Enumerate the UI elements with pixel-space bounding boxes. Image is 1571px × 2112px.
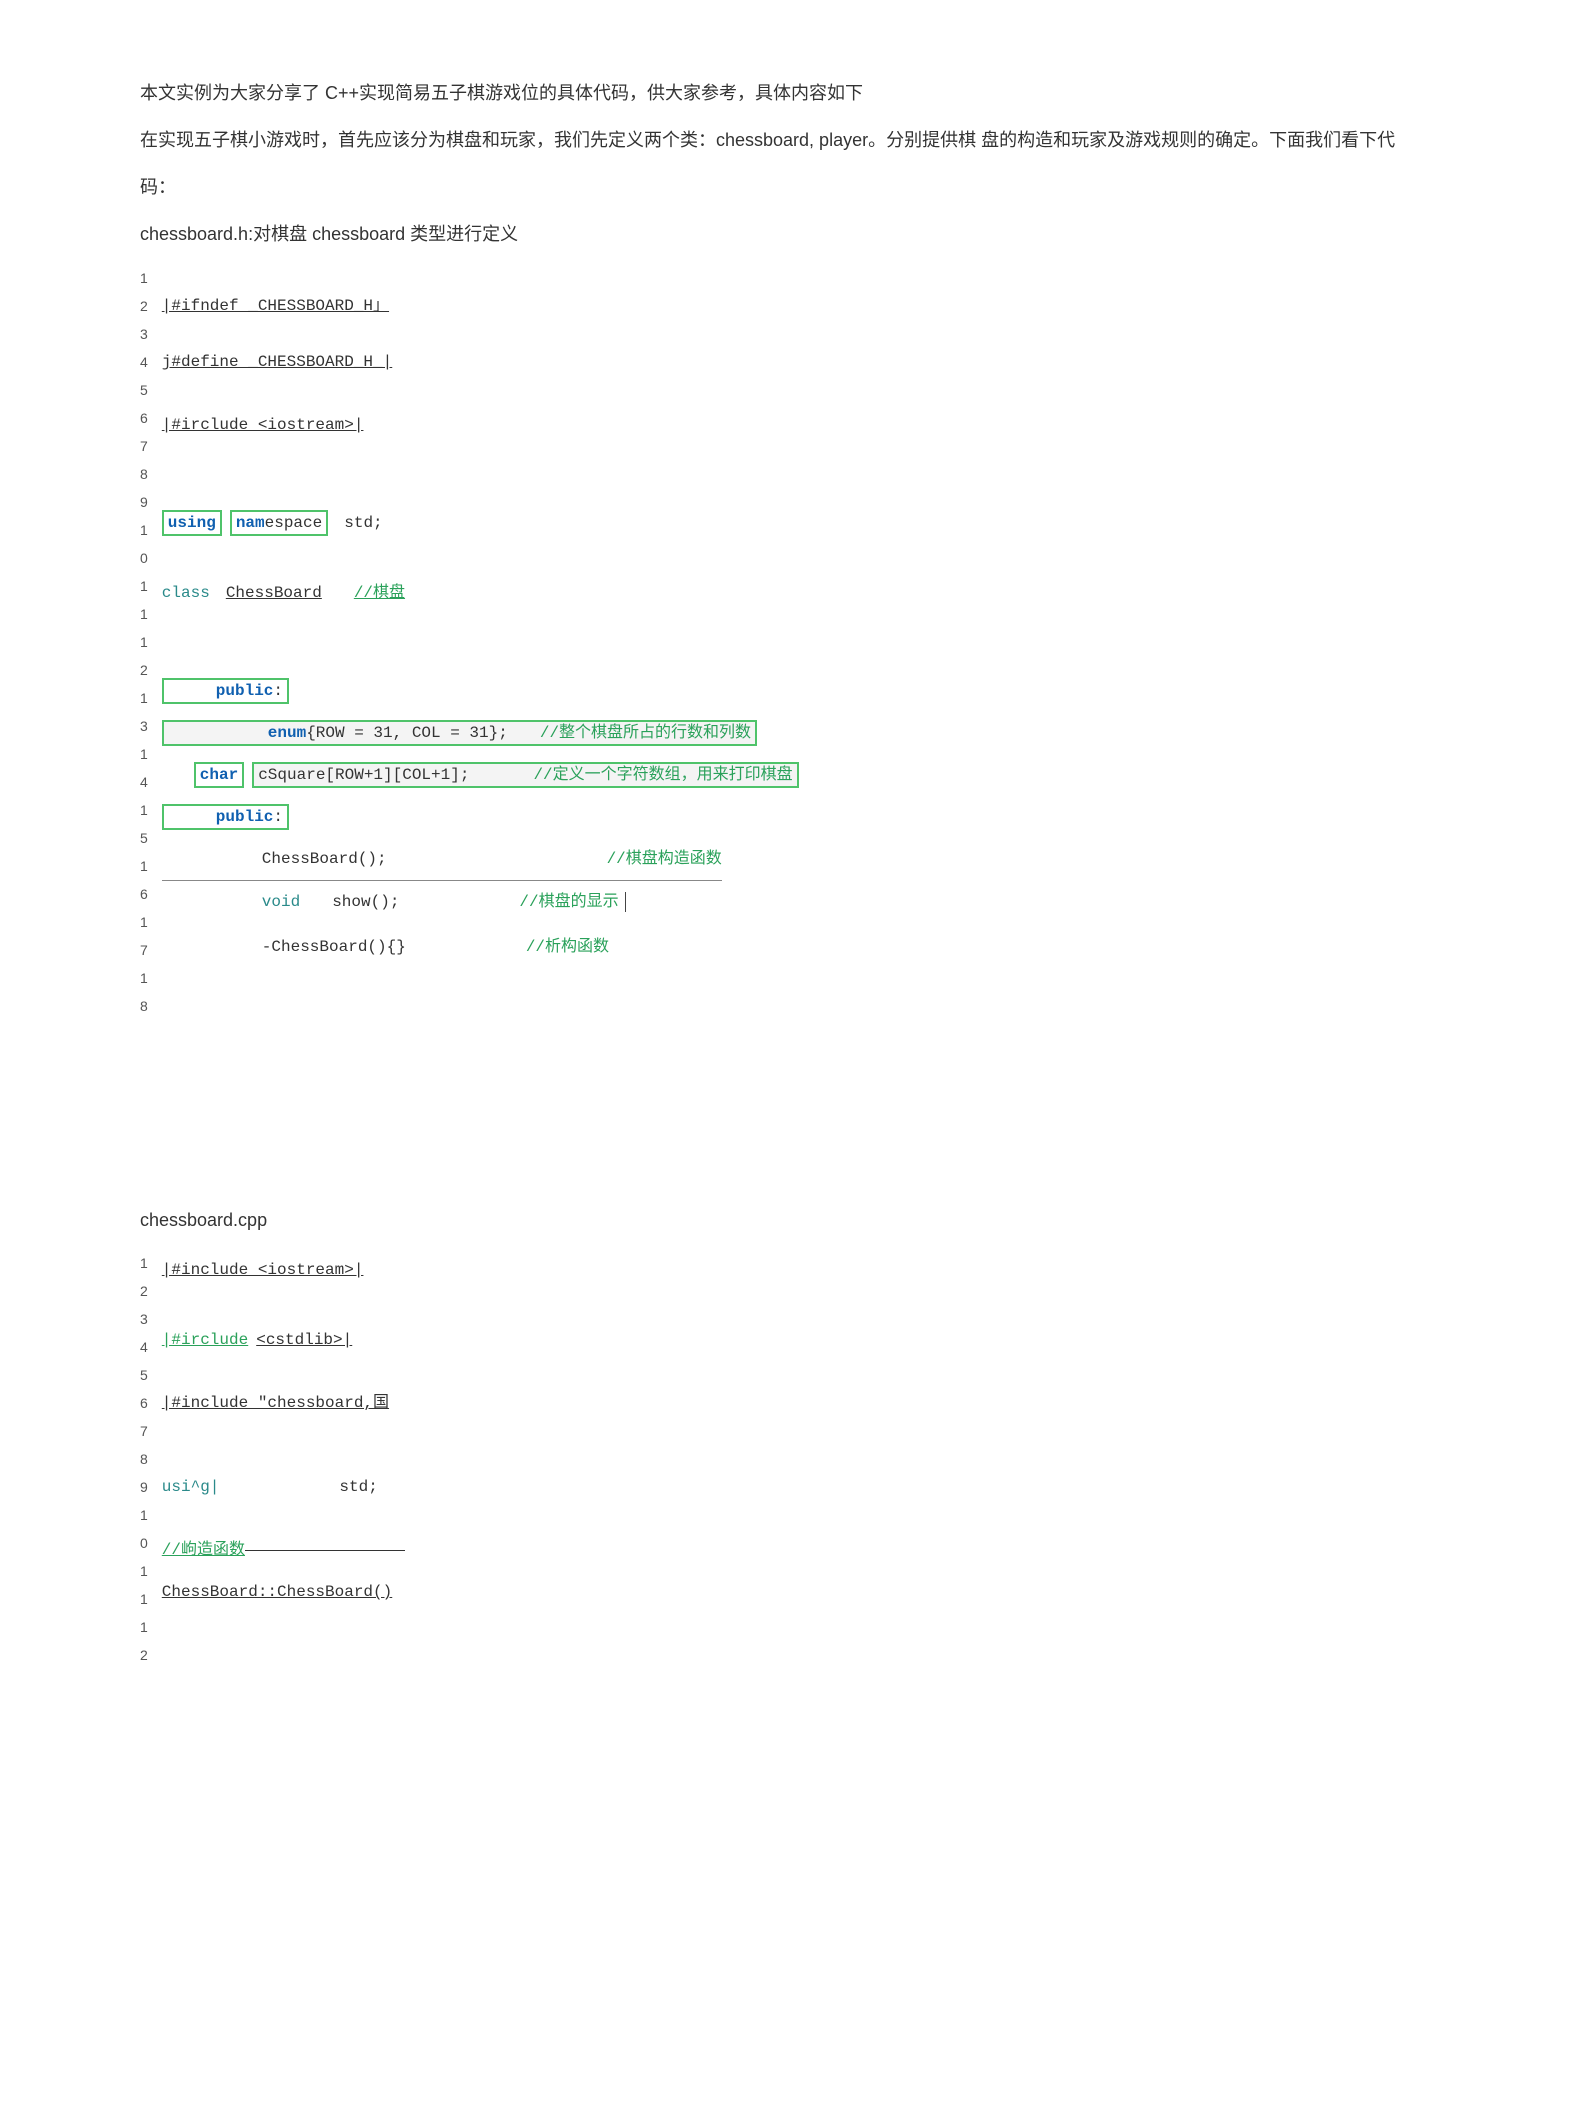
code-text: : — [273, 680, 283, 702]
keyword: enum — [268, 722, 306, 744]
keyword: using — [168, 514, 216, 532]
section-2-title: chessboard.cpp — [140, 1210, 1431, 1231]
code-text: -ChessBoard(){} — [262, 933, 406, 961]
code-text: : — [273, 806, 283, 828]
code-text: |#irclude — [162, 1326, 248, 1354]
code-text: usi^g| — [162, 1473, 220, 1501]
comment: //析构函数 — [526, 933, 609, 961]
keyword-prefix: nam — [236, 514, 265, 532]
code-text: |#ifndef _CHESSBOARD_H」 — [162, 292, 389, 320]
code-text: ChessBoard — [226, 579, 322, 607]
intro-text: 本文实例为大家分享了 C++实现简易五子棋游戏位的具体代码，供大家参考，具体内容… — [140, 70, 1431, 210]
section-1-title-prefix: chessboard.h: — [140, 224, 253, 244]
code-text: ChessBoard(); — [262, 845, 387, 873]
code-text: std; — [344, 509, 382, 537]
code-text: |#include "chessboard,国 — [162, 1389, 389, 1417]
code-lines-2: |#include <iostream>| |#irclude <cstdlib>… — [162, 1249, 1431, 1669]
code-text: j#define _CHESSBOARD_H_| — [162, 348, 392, 376]
comment: //棋盘的显示 — [519, 888, 618, 916]
code-text: {ROW = 31, COL = 31}; — [306, 722, 508, 744]
document-page: 本文实例为大家分享了 C++实现简易五子棋游戏位的具体代码，供大家参考，具体内容… — [0, 0, 1571, 1809]
comment: //定义一个字符数组，用来打印棋盘 — [533, 764, 792, 786]
intro-para-1: 本文实例为大家分享了 C++实现简易五子棋游戏位的具体代码，供大家参考，具体内容… — [140, 70, 1431, 117]
code-text: std; — [339, 1473, 377, 1501]
code-text: <cstdlib>| — [256, 1326, 352, 1354]
gutter-1: 123456789101112131415161718 — [140, 264, 162, 1020]
code-lines-1: |#ifndef _CHESSBOARD_H」 j#define _CHESSB… — [162, 264, 1431, 1020]
code-text: cSquare[ROW+1][COL+1]; — [258, 764, 469, 786]
gutter-2: 123456789101112 — [140, 1249, 162, 1669]
code-text: |#include <iostream>| — [162, 1256, 364, 1284]
code-text: ChessBoard::ChessBoard() — [162, 1578, 392, 1606]
keyword: void — [262, 888, 300, 916]
keyword: public — [216, 680, 274, 702]
comment: //棋盘构造函数 — [607, 845, 722, 873]
intro-para-2: 在实现五子棋小游戏时，首先应该分为棋盘和玩家，我们先定义两个类：chessboa… — [140, 117, 1431, 211]
section-1-title: chessboard.h:对棋盘 chessboard 类型进行定义 — [140, 220, 1431, 246]
code-block-2: 123456789101112 |#include <iostream>| |#… — [140, 1249, 1431, 1669]
section-1-title-rest: 对棋盘 chessboard 类型进行定义 — [253, 224, 518, 244]
code-text: |#irclude <iostream>| — [162, 411, 364, 439]
comment: //整个棋盘所占的行数和列数 — [540, 722, 751, 744]
keyword: class — [162, 579, 210, 607]
comment: //棋盘 — [354, 579, 405, 607]
code-text: show(); — [332, 888, 399, 916]
keyword: public — [216, 806, 274, 828]
keyword: char — [200, 766, 238, 784]
code-block-1: 123456789101112131415161718 |#ifndef _CH… — [140, 264, 1431, 1020]
keyword-suffix: espace — [265, 514, 323, 532]
spacer — [140, 1080, 1431, 1200]
comment: //岣造函数 — [162, 1536, 245, 1564]
